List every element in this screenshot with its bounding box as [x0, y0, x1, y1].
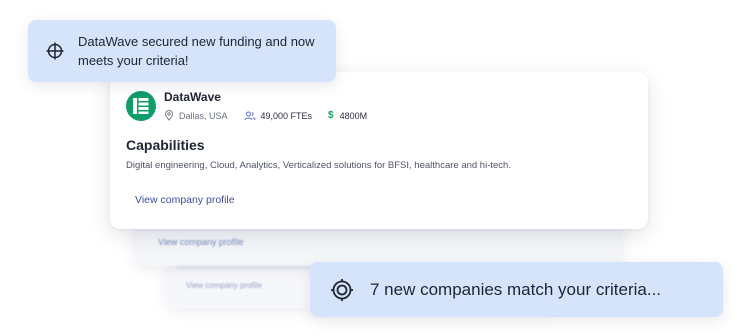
funding-notification-toast[interactable]: DataWave secured new funding and now mee… — [28, 20, 336, 82]
company-name: DataWave — [164, 90, 221, 104]
people-icon — [244, 111, 256, 120]
view-company-profile-link[interactable]: View company profile — [135, 194, 235, 206]
company-card: DataWave Dallas, USA 49,000 FTEs $ 4800M… — [110, 72, 648, 229]
dollar-icon: $ — [328, 110, 334, 121]
funding-notification-text: DataWave secured new funding and now mee… — [78, 34, 315, 68]
company-employees: 49,000 FTEs — [260, 110, 313, 121]
crosshair-icon — [46, 42, 64, 60]
company-revenue: 4800M — [339, 110, 368, 121]
company-meta: Dallas, USA 49,000 FTEs $ 4800M — [164, 110, 383, 121]
company-logo — [126, 91, 156, 121]
new-matches-notification-text: 7 new companies match your criteria... — [370, 279, 662, 299]
datawave-logo-icon — [133, 98, 149, 114]
target-icon — [331, 278, 353, 301]
capabilities-title: Capabilities — [126, 137, 205, 153]
company-location: Dallas, USA — [179, 110, 228, 121]
background-profile-link[interactable]: View company profile — [158, 237, 243, 247]
new-matches-notification-toast[interactable]: 7 new companies match your criteria... — [310, 262, 723, 317]
location-pin-icon — [164, 110, 174, 121]
background-profile-link[interactable]: View company profile — [186, 281, 262, 290]
capabilities-description: Digital engineering, Cloud, Analytics, V… — [126, 160, 511, 171]
